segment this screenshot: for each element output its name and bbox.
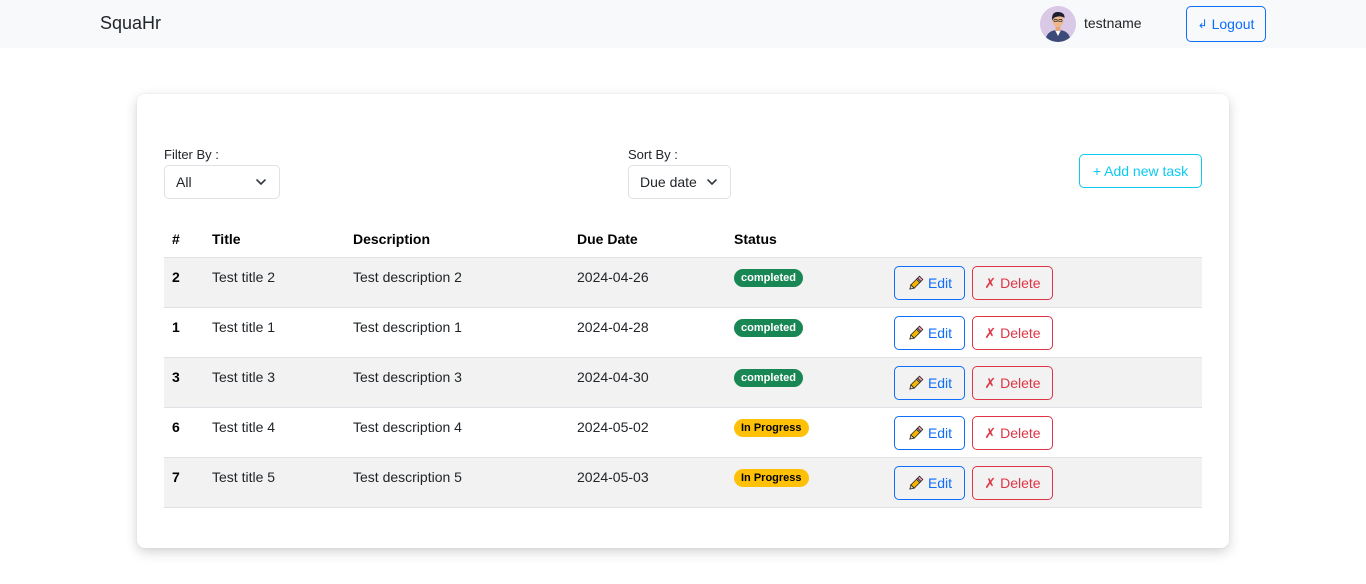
avatar-icon: [1040, 6, 1076, 42]
edit-button[interactable]: Edit: [894, 466, 965, 500]
delete-button[interactable]: ✗ Delete: [972, 416, 1053, 450]
status-badge: completed: [734, 319, 804, 337]
logout-label: Logout: [1211, 16, 1255, 32]
header-due-date: Due Date: [577, 231, 638, 247]
edit-button[interactable]: Edit: [894, 266, 965, 300]
row-title: Test title 1: [212, 319, 276, 335]
table-header: # Title Description Due Date Status: [164, 222, 1202, 257]
table-row: 2 Test title 2 Test description 2 2024-0…: [164, 257, 1202, 307]
navbar: SquaHr testname ↲ Logout: [0, 0, 1366, 48]
row-title: Test title 2: [212, 269, 276, 285]
pencil-icon: [909, 275, 924, 290]
edit-label: Edit: [927, 275, 953, 291]
row-description: Test description 3: [353, 369, 462, 385]
x-mark-icon: ✗: [984, 474, 997, 491]
avatar[interactable]: [1040, 6, 1076, 42]
edit-label: Edit: [927, 475, 953, 491]
header-status: Status: [734, 231, 777, 247]
delete-label: Delete: [1000, 475, 1041, 491]
row-description: Test description 1: [353, 319, 462, 335]
row-id: 1: [172, 319, 180, 335]
delete-button[interactable]: ✗ Delete: [972, 266, 1053, 300]
x-mark-icon: ✗: [984, 274, 997, 291]
row-description: Test description 2: [353, 269, 462, 285]
edit-button[interactable]: Edit: [894, 316, 965, 350]
edit-label: Edit: [927, 325, 953, 341]
delete-button[interactable]: ✗ Delete: [972, 366, 1053, 400]
row-id: 6: [172, 419, 180, 435]
row-id: 3: [172, 369, 180, 385]
x-mark-icon: ✗: [984, 324, 997, 341]
tasks-table: # Title Description Due Date Status 2 Te…: [164, 222, 1202, 508]
add-new-task-label: + Add new task: [1092, 163, 1189, 179]
edit-button[interactable]: Edit: [894, 366, 965, 400]
row-due-date: 2024-04-30: [577, 369, 649, 385]
row-id: 7: [172, 469, 180, 485]
username: testname: [1084, 15, 1142, 31]
row-due-date: 2024-04-26: [577, 269, 649, 285]
add-new-task-button[interactable]: + Add new task: [1079, 154, 1202, 188]
status-badge: completed: [734, 269, 804, 287]
delete-label: Delete: [1000, 275, 1041, 291]
row-id: 2: [172, 269, 180, 285]
row-description: Test description 5: [353, 469, 462, 485]
row-title: Test title 5: [212, 469, 276, 485]
delete-label: Delete: [1000, 325, 1041, 341]
row-due-date: 2024-05-03: [577, 469, 649, 485]
status-badge: completed: [734, 369, 804, 387]
brand-logo-text[interactable]: SquaHr: [100, 13, 161, 34]
row-due-date: 2024-05-02: [577, 419, 649, 435]
table-row: 1 Test title 1 Test description 1 2024-0…: [164, 307, 1202, 357]
chevron-down-icon: [256, 179, 266, 185]
tasks-card: Filter By : All Sort By : Due date + Add…: [137, 94, 1229, 548]
edit-button[interactable]: Edit: [894, 416, 965, 450]
delete-button[interactable]: ✗ Delete: [972, 466, 1053, 500]
pencil-icon: [909, 425, 924, 440]
delete-button[interactable]: ✗ Delete: [972, 316, 1053, 350]
header-id: #: [172, 231, 180, 247]
pencil-icon: [909, 325, 924, 340]
delete-label: Delete: [1000, 425, 1041, 441]
table-row: 7 Test title 5 Test description 5 2024-0…: [164, 457, 1202, 508]
x-mark-icon: ✗: [984, 424, 997, 441]
filter-select[interactable]: All: [164, 165, 280, 199]
delete-label: Delete: [1000, 375, 1041, 391]
sort-label: Sort By :: [628, 147, 678, 162]
filter-label: Filter By :: [164, 147, 219, 162]
table-row: 3 Test title 3 Test description 3 2024-0…: [164, 357, 1202, 407]
row-title: Test title 3: [212, 369, 276, 385]
sort-selected-value: Due date: [640, 174, 697, 190]
logout-arrow-icon: ↲: [1197, 17, 1208, 31]
x-mark-icon: ✗: [984, 374, 997, 391]
status-badge: In Progress: [734, 419, 809, 437]
table-body: 2 Test title 2 Test description 2 2024-0…: [164, 257, 1202, 508]
filter-selected-value: All: [176, 174, 192, 190]
sort-select[interactable]: Due date: [628, 165, 731, 199]
row-description: Test description 4: [353, 419, 462, 435]
table-row: 6 Test title 4 Test description 4 2024-0…: [164, 407, 1202, 457]
chevron-down-icon: [707, 179, 717, 185]
pencil-icon: [909, 475, 924, 490]
status-badge: In Progress: [734, 469, 809, 487]
row-due-date: 2024-04-28: [577, 319, 649, 335]
row-title: Test title 4: [212, 419, 276, 435]
edit-label: Edit: [927, 375, 953, 391]
edit-label: Edit: [927, 425, 953, 441]
logout-button[interactable]: ↲ Logout: [1186, 6, 1266, 42]
pencil-icon: [909, 375, 924, 390]
header-title: Title: [212, 231, 241, 247]
header-description: Description: [353, 231, 431, 247]
